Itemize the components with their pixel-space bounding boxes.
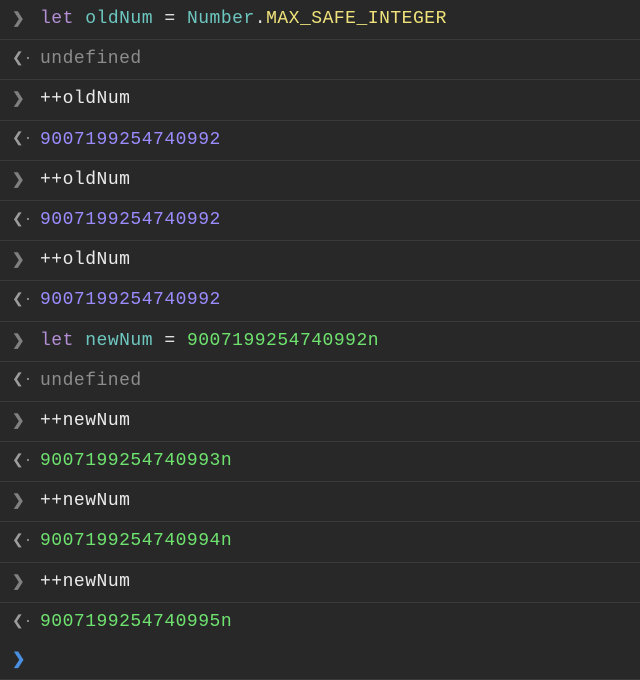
- code-token: ++: [40, 411, 63, 431]
- chevron-right-icon: ❯: [12, 9, 40, 30]
- console-input-code: ++oldNum: [40, 248, 630, 273]
- chevron-left-icon: ❮·: [12, 452, 40, 472]
- console-output-row: ❮·9007199254740992: [0, 281, 640, 321]
- console-output-row: ❮·9007199254740993n: [0, 442, 640, 482]
- chevron-left-icon: ❮·: [12, 50, 40, 70]
- chevron-right-icon: ❯: [12, 411, 40, 432]
- console-input-code: let newNum = 9007199254740992n: [40, 329, 630, 354]
- console-output-row: ❮·undefined: [0, 40, 640, 80]
- code-token: newNum: [63, 491, 131, 511]
- code-token: 9007199254740993n: [40, 451, 232, 471]
- code-token: oldNum: [85, 9, 153, 29]
- code-token: 9007199254740992: [40, 290, 221, 310]
- console-output-value: 9007199254740995n: [40, 610, 630, 635]
- code-token: ++: [40, 170, 63, 190]
- console-output-value: 9007199254740992: [40, 208, 630, 233]
- chevron-right-icon: ❯: [12, 170, 40, 191]
- console-output-row: ❮·9007199254740992: [0, 201, 640, 241]
- console-input-code: ++oldNum: [40, 168, 630, 193]
- code-token: let: [40, 331, 85, 351]
- console-input-row: ❯++oldNum: [0, 80, 640, 120]
- console-input-row: ❯++oldNum: [0, 241, 640, 281]
- code-token: ++: [40, 89, 63, 109]
- chevron-left-icon: ❮·: [12, 371, 40, 391]
- code-token: ++: [40, 250, 63, 270]
- code-token: oldNum: [63, 170, 131, 190]
- console-input-row: ❯++newNum: [0, 482, 640, 522]
- code-token: Number: [187, 9, 255, 29]
- console-log: ❯let oldNum = Number.MAX_SAFE_INTEGER❮·u…: [0, 0, 640, 642]
- console-output-value: 9007199254740992: [40, 128, 630, 153]
- code-token: MAX_SAFE_INTEGER: [266, 9, 447, 29]
- code-token: .: [255, 9, 266, 29]
- console-output-row: ❮·undefined: [0, 362, 640, 402]
- code-token: ++: [40, 572, 63, 592]
- console-input-code: ++newNum: [40, 570, 630, 595]
- chevron-left-icon: ❮·: [12, 130, 40, 150]
- chevron-right-icon: ❯: [12, 250, 40, 271]
- console-output-value: 9007199254740993n: [40, 449, 630, 474]
- console-input-row: ❯++oldNum: [0, 161, 640, 201]
- console-input-code: ++newNum: [40, 409, 630, 434]
- code-token: oldNum: [63, 89, 131, 109]
- chevron-right-icon: ❯: [12, 572, 40, 593]
- code-token: undefined: [40, 371, 142, 391]
- console-input-code: ++oldNum: [40, 87, 630, 112]
- chevron-left-icon: ❮·: [12, 291, 40, 311]
- console-input-row: ❯++newNum: [0, 402, 640, 442]
- chevron-right-icon: ❯: [12, 331, 40, 352]
- code-token: newNum: [63, 572, 131, 592]
- console-input-code: let oldNum = Number.MAX_SAFE_INTEGER: [40, 7, 630, 32]
- code-token: 9007199254740994n: [40, 531, 232, 551]
- code-token: let: [40, 9, 85, 29]
- console-output-row: ❮·9007199254740994n: [0, 522, 640, 562]
- chevron-right-icon: ❯: [12, 491, 40, 512]
- chevron-left-icon: ❮·: [12, 532, 40, 552]
- chevron-right-icon: ❯: [12, 89, 40, 110]
- console-output-value: 9007199254740994n: [40, 529, 630, 554]
- code-token: =: [153, 9, 187, 29]
- code-token: 9007199254740992: [40, 210, 221, 230]
- code-token: undefined: [40, 49, 142, 69]
- console-input-row: ❯++newNum: [0, 563, 640, 603]
- console-input-row: ❯let newNum = 9007199254740992n: [0, 322, 640, 362]
- code-token: ++: [40, 491, 63, 511]
- code-token: newNum: [63, 411, 131, 431]
- console-input-code: ++newNum: [40, 489, 630, 514]
- code-token: 9007199254740992: [40, 130, 221, 150]
- console-input-row: ❯let oldNum = Number.MAX_SAFE_INTEGER: [0, 0, 640, 40]
- code-token: 9007199254740995n: [40, 612, 232, 632]
- code-token: oldNum: [63, 250, 131, 270]
- console-output-value: undefined: [40, 369, 630, 394]
- code-token: newNum: [85, 331, 153, 351]
- chevron-left-icon: ❮·: [12, 613, 40, 633]
- console-prompt-row[interactable]: ❯: [0, 642, 640, 680]
- chevron-left-icon: ❮·: [12, 211, 40, 231]
- code-token: =: [153, 331, 187, 351]
- code-token: 9007199254740992n: [187, 331, 379, 351]
- console-output-row: ❮·9007199254740992: [0, 121, 640, 161]
- prompt-icon: ❯: [12, 649, 40, 671]
- console-output-row: ❮·9007199254740995n: [0, 603, 640, 642]
- console-output-value: 9007199254740992: [40, 288, 630, 313]
- console-output-value: undefined: [40, 47, 630, 72]
